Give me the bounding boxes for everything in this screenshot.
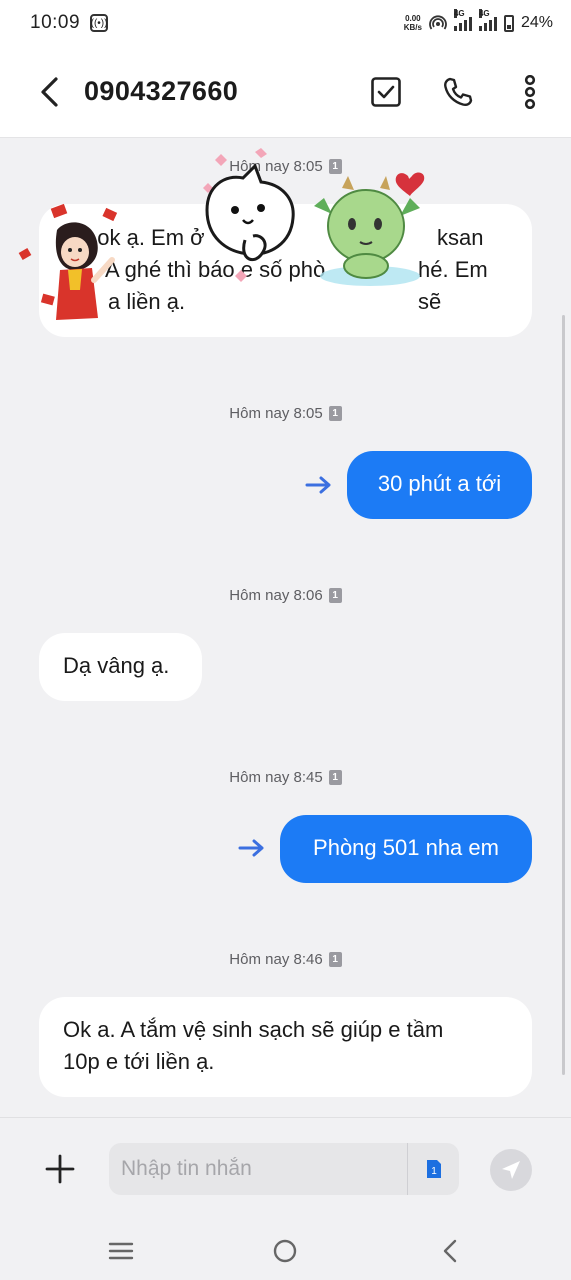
conversation-header: 0904327660 — [0, 46, 571, 138]
attach-plus-icon[interactable] — [45, 1154, 75, 1184]
nav-back-icon[interactable] — [435, 1236, 465, 1266]
message-input-wrapper: 1 — [109, 1143, 459, 1195]
sent-arrow-icon — [305, 476, 331, 494]
header-actions — [369, 74, 547, 109]
conversation-scrollbar[interactable] — [562, 315, 565, 1075]
sim-badge-icon: 1 — [328, 406, 342, 421]
status-bar: 10:09 ((•)) 0.00 KB/s 4G 4G 24% — [0, 0, 571, 46]
message-composer: 1 — [0, 1117, 571, 1221]
sim-card-icon: 1 — [426, 1160, 441, 1178]
signal-1-icon: 4G — [453, 9, 472, 31]
incoming-message-bubble[interactable]: Dạ ok ạ. Em ở ksan A ghé thì báo e số ph… — [39, 204, 532, 337]
status-time: 10:09 — [30, 12, 81, 33]
nfc-icon: ((•)) — [90, 14, 109, 32]
select-checkbox-icon[interactable] — [369, 75, 403, 109]
message-timestamp: Hôm nay 8:45 1 — [0, 769, 571, 786]
message-input[interactable] — [109, 1143, 407, 1195]
back-icon[interactable] — [38, 72, 64, 112]
message-timestamp: Hôm nay 8:05 1 — [0, 405, 571, 422]
hotspot-icon — [429, 15, 447, 30]
more-vertical-icon[interactable] — [513, 74, 547, 109]
incoming-message-bubble[interactable]: Dạ vâng ạ. — [39, 633, 202, 701]
sim-badge-icon: 1 — [328, 159, 342, 174]
svg-text:1: 1 — [431, 1166, 437, 1177]
home-icon[interactable] — [270, 1236, 300, 1266]
incoming-message-bubble[interactable]: Ok a. A tắm vệ sinh sạch sẽ giúp e tầm 1… — [39, 997, 532, 1097]
contact-title: 0904327660 — [84, 76, 239, 106]
signal-2-icon: 4G — [478, 9, 497, 31]
sim-badge-icon: 1 — [328, 770, 342, 785]
outgoing-message-bubble[interactable]: 30 phút a tới — [347, 451, 532, 519]
sim-select-button[interactable]: 1 — [407, 1143, 459, 1195]
battery-icon — [503, 14, 514, 32]
sent-arrow-icon — [238, 839, 264, 857]
send-button[interactable] — [490, 1149, 532, 1191]
phone-icon[interactable] — [441, 75, 475, 109]
system-nav-bar — [0, 1221, 571, 1280]
message-timestamp: Hôm nay 8:46 1 — [0, 951, 571, 968]
outgoing-message-bubble[interactable]: Phòng 501 nha em — [280, 815, 532, 883]
recent-apps-icon[interactable] — [106, 1236, 136, 1266]
sim-badge-icon: 1 — [328, 952, 342, 967]
send-icon — [502, 1161, 520, 1179]
sim-badge-icon: 1 — [328, 588, 342, 603]
message-timestamp: Hôm nay 8:06 1 — [0, 587, 571, 604]
status-indicators: 0.00 KB/s 4G 4G 24% — [403, 9, 553, 32]
battery-percent: 24% — [520, 14, 553, 31]
net-speed: 0.00 KB/s — [403, 14, 422, 32]
message-timestamp: Hôm nay 8:05 1 — [0, 158, 571, 175]
